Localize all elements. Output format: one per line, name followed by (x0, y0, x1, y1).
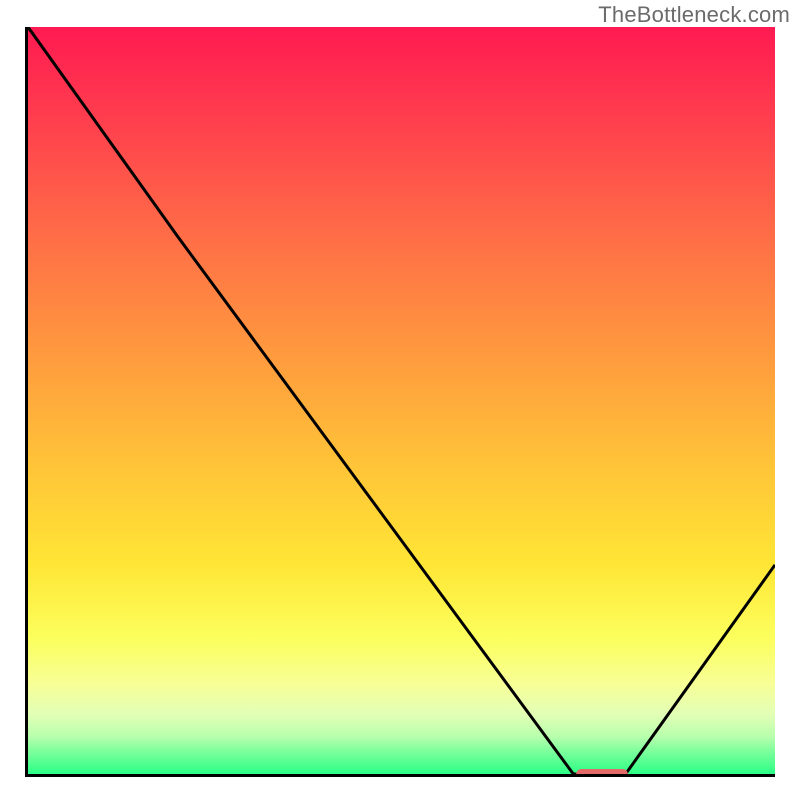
bottleneck-curve (28, 27, 775, 774)
chart-frame: TheBottleneck.com (0, 0, 800, 800)
plot-area (25, 27, 775, 777)
optimum-marker (576, 769, 629, 777)
watermark-text: TheBottleneck.com (598, 2, 790, 28)
curve-path (28, 27, 775, 774)
